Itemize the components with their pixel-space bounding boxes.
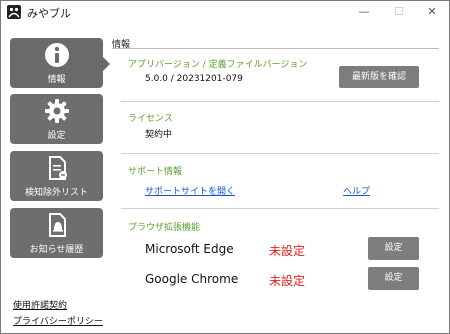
license-status: 契約中 — [145, 130, 173, 140]
sidebar-item-label: お知らせ履歴 — [29, 245, 84, 255]
extension-name-edge: Microsoft Edge — [145, 242, 234, 256]
edge-settings-button[interactable]: 設定 — [368, 237, 419, 260]
sidebar-item-exclusion-list[interactable]: 検知除外リスト — [10, 151, 103, 201]
main-panel: 情報 アプリバージョン / 定義ファイルバージョン 5.0.0 / 202312… — [112, 23, 442, 333]
minimize-button[interactable]: — — [348, 1, 380, 23]
chrome-settings-button[interactable]: 設定 — [368, 267, 419, 290]
version-section-title: アプリバージョン / 定義ファイルバージョン — [128, 60, 308, 70]
help-link[interactable]: ヘルプ — [343, 184, 370, 197]
support-section-title: サポート情報 — [128, 167, 183, 177]
extension-status-edge: 未設定 — [269, 244, 306, 258]
maximize-button[interactable]: ☐ — [383, 1, 415, 23]
license-agreement-link[interactable]: 使用許諾契約 — [13, 298, 67, 311]
gear-icon — [10, 98, 103, 124]
privacy-policy-link[interactable]: プライバシーポリシー — [13, 314, 103, 327]
license-section-title: ライセンス — [128, 114, 173, 124]
check-update-button[interactable]: 最新版を確認 — [339, 66, 419, 88]
close-button[interactable]: ✕ — [416, 1, 448, 23]
window-title: みやブル — [27, 7, 71, 20]
sidebar-item-info[interactable]: 情報 — [10, 38, 110, 88]
app-logo-icon — [7, 5, 21, 19]
version-value: 5.0.0 / 20231201-079 — [145, 74, 243, 84]
sidebar: 情報 設定 検知除外リスト お知らせ履歴 使用許諾契約 プライバシーポリシー — [1, 23, 110, 333]
sidebar-item-label: 検知除外リスト — [24, 188, 88, 198]
sidebar-item-notification-history[interactable]: お知らせ履歴 — [10, 208, 103, 258]
sidebar-item-settings[interactable]: 設定 — [10, 94, 103, 144]
sidebar-item-label: 情報 — [47, 75, 66, 85]
divider — [121, 101, 439, 102]
bell-document-icon — [10, 212, 103, 238]
active-indicator — [103, 57, 110, 71]
title-bar: みやブル — ☐ ✕ — [1, 1, 449, 23]
info-icon — [10, 42, 103, 68]
extension-name-chrome: Google Chrome — [145, 272, 239, 286]
support-site-link[interactable]: サポートサイトを開く — [145, 184, 235, 197]
extensions-section-title: ブラウザ拡張機能 — [128, 223, 201, 233]
divider — [121, 153, 439, 154]
divider — [112, 48, 439, 49]
sidebar-item-label: 設定 — [47, 131, 66, 141]
divider — [121, 208, 439, 209]
app-window: みやブル — ☐ ✕ 情報 設定 検知除外リスト お知らせ履歴 使用許諾契約 プ… — [0, 0, 450, 334]
document-list-icon — [10, 155, 103, 181]
extension-status-chrome: 未設定 — [269, 274, 306, 288]
